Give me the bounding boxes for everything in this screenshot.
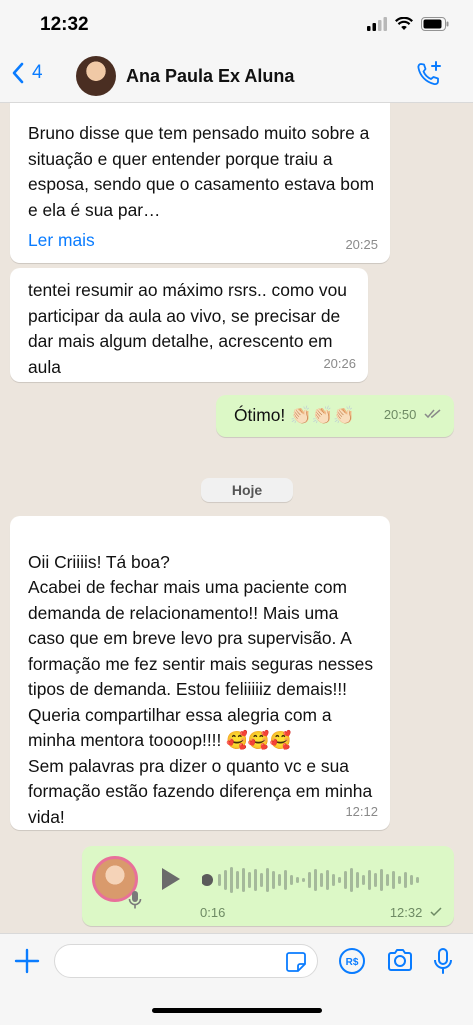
battery-icon bbox=[421, 17, 449, 31]
payment-icon: R$ bbox=[339, 948, 365, 974]
audio-waveform[interactable] bbox=[202, 862, 434, 898]
message-bubble-incoming[interactable]: Oii Criiiis! Tá boa? Acabei de fechar ma… bbox=[10, 516, 390, 830]
double-check-icon bbox=[424, 408, 441, 418]
contact-avatar[interactable] bbox=[76, 56, 116, 96]
back-count: 4 bbox=[32, 62, 43, 83]
message-time: 20:25 bbox=[345, 236, 378, 252]
message-input[interactable] bbox=[54, 944, 318, 978]
single-check-icon bbox=[430, 907, 442, 917]
message-bubble-incoming[interactable]: tentei resumir ao máximo rsrs.. como vou… bbox=[10, 268, 368, 382]
message-text: Ótimo! 👏🏻👏🏻👏🏻 bbox=[234, 405, 356, 425]
read-more-link[interactable]: Ler mais bbox=[28, 228, 376, 254]
plus-icon bbox=[14, 948, 40, 974]
message-text: tentei resumir ao máximo rsrs.. como vou… bbox=[28, 280, 347, 377]
play-icon[interactable] bbox=[162, 868, 180, 890]
status-bar: 12:32 bbox=[0, 0, 473, 50]
status-time: 12:32 bbox=[40, 14, 89, 35]
microphone-icon bbox=[128, 891, 142, 909]
message-composer: R$ bbox=[0, 933, 473, 1025]
signal-icon bbox=[367, 17, 387, 31]
add-call-icon bbox=[417, 61, 441, 86]
day-divider: Hoje bbox=[201, 478, 293, 502]
home-indicator bbox=[152, 1008, 322, 1013]
microphone-icon bbox=[434, 948, 452, 974]
audio-time-status: 12:32 bbox=[390, 905, 442, 920]
message-bubble-incoming[interactable]: Bruno disse que tem pensado muito sobre … bbox=[10, 103, 390, 263]
camera-button[interactable] bbox=[386, 947, 414, 978]
chat-header: 4 Ana Paula Ex Aluna bbox=[0, 50, 473, 103]
back-button[interactable]: 4 bbox=[12, 62, 43, 84]
message-time-status: 20:50 bbox=[384, 402, 442, 428]
chat-area[interactable]: Bruno disse que tem pensado muito sobre … bbox=[0, 103, 473, 933]
message-time: 20:50 bbox=[383, 406, 417, 422]
message-time: 12:12 bbox=[345, 803, 378, 819]
message-time: 12:32 bbox=[389, 905, 423, 920]
add-call-button[interactable] bbox=[415, 60, 443, 93]
audio-message-bubble[interactable]: 0:16 12:32 bbox=[82, 846, 454, 926]
audio-duration: 0:16 bbox=[200, 905, 226, 920]
camera-icon bbox=[388, 949, 412, 971]
sticker-icon[interactable] bbox=[285, 951, 307, 973]
status-icons bbox=[367, 17, 449, 31]
svg-text:R$: R$ bbox=[346, 957, 359, 968]
contact-name[interactable]: Ana Paula Ex Aluna bbox=[126, 66, 294, 87]
chevron-left-icon bbox=[12, 62, 24, 84]
attach-button[interactable] bbox=[14, 947, 40, 979]
wifi-icon bbox=[395, 17, 413, 30]
voice-record-button[interactable] bbox=[432, 947, 454, 980]
message-text: Bruno disse que tem pensado muito sobre … bbox=[28, 123, 375, 220]
message-text: Oii Criiiis! Tá boa? Acabei de fechar ma… bbox=[28, 551, 374, 827]
message-bubble-outgoing[interactable]: Ótimo! 👏🏻👏🏻👏🏻 20:50 bbox=[216, 395, 454, 437]
payment-button[interactable]: R$ bbox=[338, 947, 366, 980]
message-time: 20:26 bbox=[323, 355, 356, 371]
